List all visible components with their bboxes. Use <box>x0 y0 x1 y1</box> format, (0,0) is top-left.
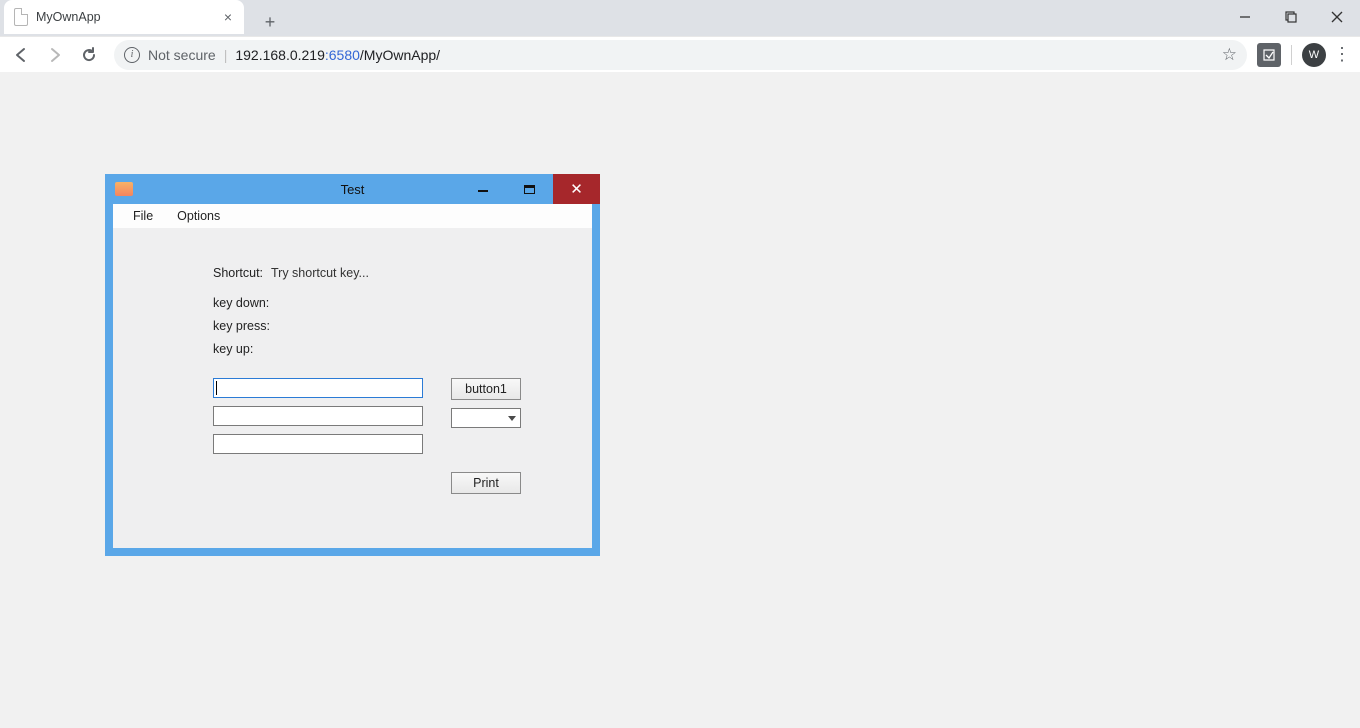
new-tab-button[interactable]: + <box>256 8 284 36</box>
address-bar[interactable]: i Not secure | 192.168.0.219:6580/MyOwnA… <box>114 40 1247 70</box>
info-icon[interactable]: i <box>124 47 140 63</box>
menu-file[interactable]: File <box>121 204 165 228</box>
forward-button[interactable] <box>40 40 70 70</box>
text-input-1[interactable] <box>213 378 423 398</box>
window-controls <box>1222 0 1360 34</box>
app-minimize-button[interactable] <box>459 174 506 204</box>
tab-title: MyOwnApp <box>36 10 214 24</box>
app-client-area: File Options Shortcut: Try shortcut key.… <box>113 204 592 548</box>
tab-strip: MyOwnApp × + <box>0 0 1360 36</box>
button1[interactable]: button1 <box>451 378 521 400</box>
reload-button[interactable] <box>74 40 104 70</box>
label-shortcut: Shortcut: <box>213 266 263 280</box>
url-text: 192.168.0.219:6580/MyOwnApp/ <box>235 47 440 63</box>
app-window: Test ✕ File Options Shortcut: Try shortc… <box>105 174 600 556</box>
bookmark-star-icon[interactable]: ☆ <box>1222 45 1237 65</box>
browser-close-button[interactable] <box>1314 0 1360 34</box>
browser-menu-icon[interactable]: ⋮ <box>1330 40 1354 70</box>
app-maximize-button[interactable] <box>506 174 553 204</box>
page-viewport: Test ✕ File Options Shortcut: Try shortc… <box>0 72 1360 728</box>
label-keypress: key press: <box>213 319 270 333</box>
form-area: Shortcut: Try shortcut key... key down: … <box>113 228 592 548</box>
divider: | <box>224 47 228 63</box>
print-button[interactable]: Print <box>451 472 521 494</box>
combo-box[interactable] <box>451 408 521 428</box>
profile-avatar[interactable]: W <box>1302 43 1326 67</box>
menu-options[interactable]: Options <box>165 204 232 228</box>
page-icon <box>14 8 28 26</box>
extension-icon[interactable] <box>1257 43 1281 67</box>
browser-maximize-button[interactable] <box>1268 0 1314 34</box>
tab-close-icon[interactable]: × <box>222 9 234 25</box>
app-close-button[interactable]: ✕ <box>553 174 600 204</box>
chevron-down-icon <box>508 416 516 421</box>
browser-minimize-button[interactable] <box>1222 0 1268 34</box>
security-label: Not secure <box>148 47 216 63</box>
app-title: Test <box>341 182 365 197</box>
browser-toolbar: i Not secure | 192.168.0.219:6580/MyOwnA… <box>0 36 1360 72</box>
app-titlebar[interactable]: Test ✕ <box>105 174 600 204</box>
back-button[interactable] <box>6 40 36 70</box>
browser-chrome: MyOwnApp × + i Not secure | 192.168.0.21… <box>0 0 1360 72</box>
app-icon <box>115 182 133 196</box>
label-keyup: key up: <box>213 342 253 356</box>
text-input-2[interactable] <box>213 406 423 426</box>
text-input-3[interactable] <box>213 434 423 454</box>
app-menubar: File Options <box>113 204 592 228</box>
browser-tab[interactable]: MyOwnApp × <box>4 0 244 34</box>
separator <box>1291 45 1292 65</box>
shortcut-hint: Try shortcut key... <box>271 266 369 280</box>
label-keydown: key down: <box>213 296 269 310</box>
app-window-controls: ✕ <box>459 174 600 204</box>
